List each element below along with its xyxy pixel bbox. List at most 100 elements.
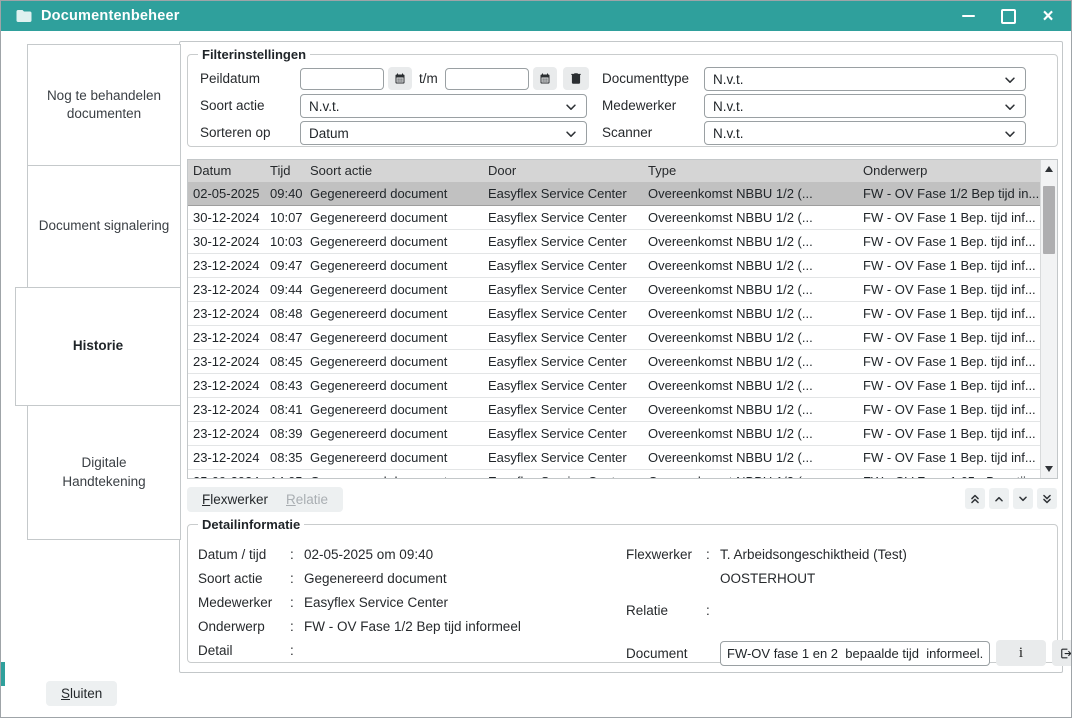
- tab-document-signalering[interactable]: Document signalering: [27, 165, 181, 288]
- column-header-tijd[interactable]: Tijd: [265, 160, 305, 182]
- table-row[interactable]: 30-12-2024 10:07 Gegenereerd document Ea…: [188, 206, 1040, 230]
- cell-datum: 23-12-2024: [188, 422, 265, 445]
- table-row[interactable]: 23-12-2024 08:48 Gegenereerd document Ea…: [188, 302, 1040, 326]
- table-row[interactable]: 23-12-2024 08:47 Gegenereerd document Ea…: [188, 326, 1040, 350]
- cell-type: Overeenkomst NBBU 1/2 (...: [643, 470, 858, 478]
- maximize-icon[interactable]: [997, 5, 1019, 27]
- minimize-icon[interactable]: [957, 5, 979, 27]
- tab-historie[interactable]: Historie: [15, 287, 181, 406]
- soort-actie-value: N.v.t.: [309, 99, 340, 114]
- table-row[interactable]: 30-12-2024 10:03 Gegenereerd document Ea…: [188, 230, 1040, 254]
- cell-type: Overeenkomst NBBU 1/2 (...: [643, 446, 858, 469]
- table-row[interactable]: 23-12-2024 09:47 Gegenereerd document Ea…: [188, 254, 1040, 278]
- tab-nog-te-behandelen-documenten[interactable]: Nog te behandelen documenten: [27, 44, 181, 166]
- scanner-select[interactable]: N.v.t.: [704, 121, 1026, 145]
- cell-onderwerp: FW - OV Fase 1 Bep. tijd inf...: [858, 398, 1040, 421]
- cell-soort-actie: Gegenereerd document: [305, 350, 483, 373]
- trash-icon: [569, 71, 583, 86]
- scrollbar-thumb[interactable]: [1043, 186, 1055, 254]
- column-header-soort-actie[interactable]: Soort actie: [305, 160, 483, 182]
- table-header-row: Datum Tijd Soort actie Door Type Onderwe…: [188, 160, 1057, 183]
- detail-row-flexwerker: Flexwerker : T. Arbeidsongeschiktheid (T…: [626, 542, 907, 566]
- previous-record-button[interactable]: [989, 488, 1009, 509]
- cell-onderwerp: FW - OV Fase 1 Bep. tijd inf...: [858, 278, 1040, 301]
- documenttype-value: N.v.t.: [713, 72, 744, 87]
- detail-separator: :: [290, 571, 304, 586]
- tab-label: Digitale Handtekening: [38, 454, 170, 490]
- table-row[interactable]: 02-05-2025 09:40 Gegenereerd document Ea…: [188, 182, 1040, 206]
- detail-separator: :: [290, 547, 304, 562]
- calendar-icon: [539, 71, 551, 86]
- cell-soort-actie: Gegenereerd document: [305, 278, 483, 301]
- sorteren-op-select[interactable]: Datum: [300, 121, 587, 145]
- detail-row-onderwerp: Onderwerp : FW - OV Fase 1/2 Bep tijd in…: [198, 614, 521, 638]
- table-row[interactable]: 25-09-2024 14:05 Gegenereerd document Ea…: [188, 470, 1040, 478]
- cell-door: Easyflex Service Center: [483, 398, 643, 421]
- chevron-up-icon: [992, 492, 1006, 506]
- detail-row-document: Document i: [626, 640, 1072, 666]
- table-row[interactable]: 23-12-2024 08:41 Gegenereerd document Ea…: [188, 398, 1040, 422]
- detail-separator: :: [706, 547, 720, 562]
- sorteren-op-label: Sorteren op: [200, 125, 271, 140]
- document-info-button[interactable]: i: [996, 640, 1046, 666]
- detail-separator: :: [290, 643, 304, 658]
- open-document-button[interactable]: [1052, 640, 1072, 666]
- table-row[interactable]: 23-12-2024 08:39 Gegenereerd document Ea…: [188, 422, 1040, 446]
- detail-label: Relatie: [626, 603, 706, 618]
- medewerker-value: N.v.t.: [713, 99, 744, 114]
- table-scrollbar[interactable]: [1040, 160, 1057, 478]
- cell-soort-actie: Gegenereerd document: [305, 422, 483, 445]
- cell-datum: 23-12-2024: [188, 302, 265, 325]
- last-record-button[interactable]: [1037, 488, 1057, 509]
- column-header-door[interactable]: Door: [483, 160, 643, 182]
- documenttype-select[interactable]: N.v.t.: [704, 67, 1026, 91]
- scroll-down-button[interactable]: [1041, 460, 1057, 478]
- soort-actie-select[interactable]: N.v.t.: [300, 94, 587, 118]
- first-record-button[interactable]: [965, 488, 985, 509]
- cell-door: Easyflex Service Center: [483, 254, 643, 277]
- column-header-datum[interactable]: Datum: [188, 160, 265, 182]
- tab-digitale-handtekening[interactable]: Digitale Handtekening: [27, 405, 181, 540]
- relatie-button[interactable]: Relatie: [271, 487, 343, 512]
- calendar-from-button[interactable]: [388, 67, 412, 90]
- table-row[interactable]: 23-12-2024 08:35 Gegenereerd document Ea…: [188, 446, 1040, 470]
- cell-door: Easyflex Service Center: [483, 422, 643, 445]
- cell-datum: 23-12-2024: [188, 398, 265, 421]
- cell-onderwerp: FW - OV Fase 1 Bep. tijd inf...: [858, 302, 1040, 325]
- cell-tijd: 08:43: [265, 374, 305, 397]
- table-row[interactable]: 23-12-2024 08:45 Gegenereerd document Ea…: [188, 350, 1040, 374]
- calendar-to-button[interactable]: [533, 67, 557, 90]
- detail-label: Onderwerp: [198, 619, 290, 634]
- cell-datum: 30-12-2024: [188, 206, 265, 229]
- flexwerker-button[interactable]: Flexwerker: [187, 487, 283, 512]
- detail-separator: :: [290, 595, 304, 610]
- cell-type: Overeenkomst NBBU 1/2 (...: [643, 326, 858, 349]
- medewerker-select[interactable]: N.v.t.: [704, 94, 1026, 118]
- close-icon[interactable]: ×: [1037, 5, 1059, 27]
- detail-left-column: Datum / tijd : 02-05-2025 om 09:40 Soort…: [198, 542, 521, 662]
- detail-label: Flexwerker: [626, 547, 706, 562]
- cell-door: Easyflex Service Center: [483, 326, 643, 349]
- background-accent-edge: [1, 662, 5, 686]
- peildatum-to-input[interactable]: [445, 68, 529, 90]
- table-row[interactable]: 23-12-2024 08:43 Gegenereerd document Ea…: [188, 374, 1040, 398]
- cell-soort-actie: Gegenereerd document: [305, 446, 483, 469]
- cell-soort-actie: Gegenereerd document: [305, 374, 483, 397]
- peildatum-from-input[interactable]: [300, 68, 384, 90]
- triangle-down-icon: [1045, 466, 1053, 472]
- flexwerker-name-value: T. Arbeidsongeschiktheid (Test): [720, 547, 907, 562]
- table-row[interactable]: 23-12-2024 09:44 Gegenereerd document Ea…: [188, 278, 1040, 302]
- chevron-down-icon: [564, 100, 578, 114]
- cell-type: Overeenkomst NBBU 1/2 (...: [643, 206, 858, 229]
- clear-dates-button[interactable]: [563, 67, 589, 90]
- scroll-up-button[interactable]: [1041, 160, 1057, 178]
- document-name-input[interactable]: [720, 641, 990, 666]
- chevron-down-icon: [1003, 100, 1017, 114]
- sluiten-button[interactable]: Sluiten: [46, 681, 117, 706]
- column-header-type[interactable]: Type: [643, 160, 858, 182]
- column-header-onderwerp[interactable]: Onderwerp: [858, 160, 1057, 182]
- cell-soort-actie: Gegenereerd document: [305, 230, 483, 253]
- detail-info-group: Detailinformatie Datum / tijd : 02-05-20…: [187, 517, 1058, 663]
- documentenbeheer-window: Documentenbeheer × Nog te behandelen doc…: [0, 0, 1072, 718]
- next-record-button[interactable]: [1013, 488, 1033, 509]
